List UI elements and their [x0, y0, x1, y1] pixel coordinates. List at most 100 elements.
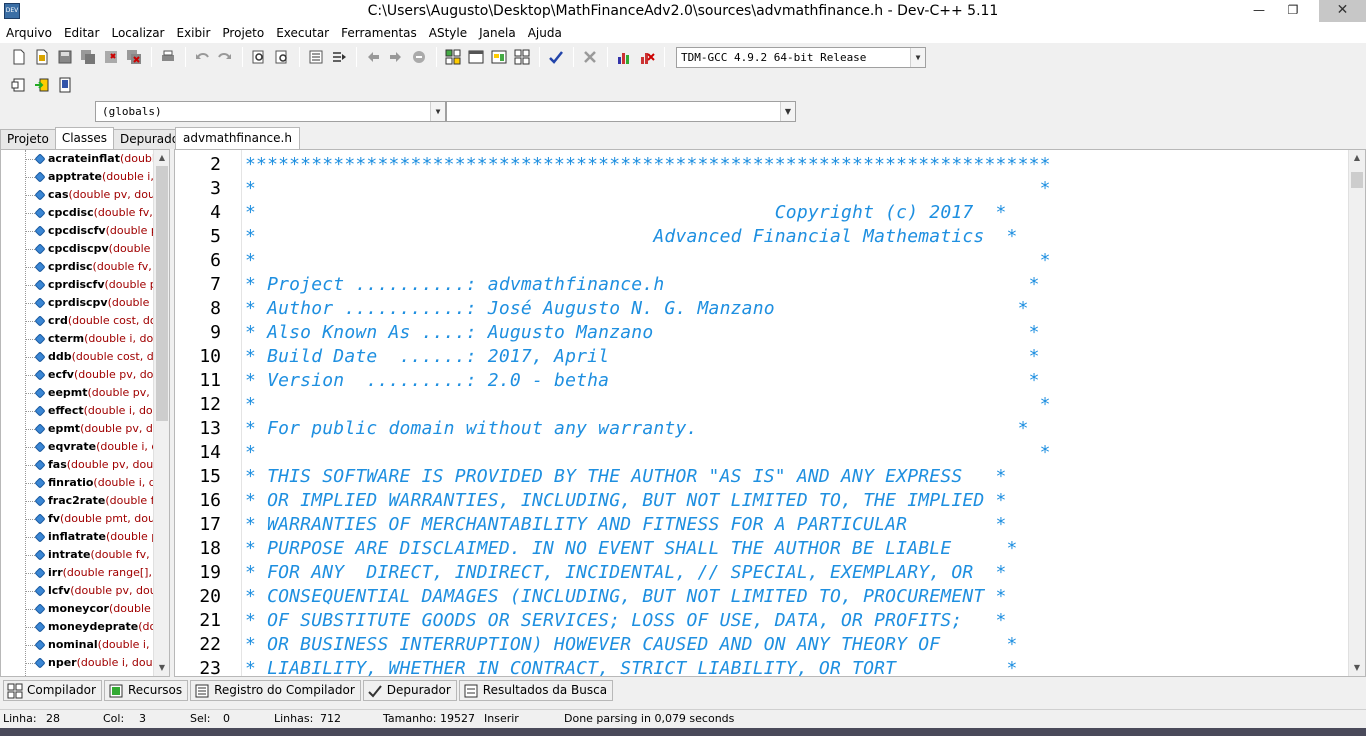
- scope-select[interactable]: (globals) ▼: [95, 101, 446, 122]
- class-browser-button[interactable]: [54, 74, 76, 96]
- back-button[interactable]: [362, 46, 384, 68]
- print-button[interactable]: [157, 46, 179, 68]
- code-line[interactable]: * Build Date ......: 2017, April *: [245, 346, 1040, 367]
- indent-button[interactable]: [305, 46, 327, 68]
- code-line[interactable]: * Also Known As ....: Augusto Manzano *: [245, 322, 1040, 343]
- tab-advmathfinance-h[interactable]: advmathfinance.h: [175, 127, 300, 149]
- scrollbar-thumb[interactable]: [156, 166, 168, 421]
- replace-button[interactable]: [271, 46, 293, 68]
- goto-line-button[interactable]: [328, 46, 350, 68]
- list-item[interactable]: effect(double i, dou: [1, 402, 153, 420]
- menu-janela[interactable]: Janela: [473, 23, 522, 43]
- menu-astyle[interactable]: AStyle: [423, 23, 473, 43]
- undo-button[interactable]: [191, 46, 213, 68]
- menu-editar[interactable]: Editar: [58, 23, 106, 43]
- code-line[interactable]: * WARRANTIES OF MERCHANTABILITY AND FITN…: [245, 514, 1007, 535]
- code-line[interactable]: * PURPOSE ARE DISCLAIMED. IN NO EVENT SH…: [245, 538, 1018, 559]
- tab-compilador[interactable]: Compilador: [3, 680, 102, 701]
- code-line[interactable]: * Advanced Financial Mathematics *: [245, 226, 1018, 247]
- list-item[interactable]: moneydeprate(dou: [1, 618, 153, 636]
- menu-projeto[interactable]: Projeto: [216, 23, 270, 43]
- stop-button[interactable]: [579, 46, 601, 68]
- tab-classes[interactable]: Classes: [54, 127, 115, 149]
- editor-scrollbar[interactable]: ▲ ▼: [1348, 150, 1365, 676]
- profile-button[interactable]: [613, 46, 635, 68]
- tab-depurador-output[interactable]: Depurador: [362, 680, 457, 701]
- tab-registro-compilador[interactable]: Registro do Compilador: [190, 680, 361, 701]
- tab-projeto[interactable]: Projeto: [0, 129, 56, 149]
- tab-recursos[interactable]: Recursos: [103, 680, 189, 701]
- insert-button[interactable]: [8, 74, 30, 96]
- save-button[interactable]: [54, 46, 76, 68]
- open-file-button[interactable]: [31, 46, 53, 68]
- toggle-comment-button[interactable]: [31, 74, 53, 96]
- list-item[interactable]: acrateinflat(double: [1, 150, 153, 168]
- toggle-bookmark-button[interactable]: [408, 46, 430, 68]
- scroll-down-icon[interactable]: ▼: [154, 660, 169, 676]
- forward-button[interactable]: [385, 46, 407, 68]
- code-editor[interactable]: 2 3 4 5 6 7 8 9 10 11 12 13 14 15 16 17 18 19 20 21 22 23 ***…: [174, 149, 1366, 677]
- list-item[interactable]: intrate(double fv, de: [1, 546, 153, 564]
- chevron-down-icon[interactable]: ▼: [780, 102, 795, 121]
- list-item[interactable]: cterm(double i, doul: [1, 330, 153, 348]
- scroll-down-icon[interactable]: ▼: [1349, 660, 1365, 676]
- code-line[interactable]: * FOR ANY DIRECT, INDIRECT, INCIDENTAL, …: [245, 562, 1007, 583]
- class-scrollbar[interactable]: ▲ ▼: [153, 150, 169, 676]
- code-area[interactable]: ****************************************…: [245, 150, 1345, 676]
- code-line[interactable]: * LIABILITY, WHETHER IN CONTRACT, STRICT…: [245, 658, 1018, 676]
- tab-resultados-busca[interactable]: Resultados da Busca: [458, 680, 614, 701]
- code-line[interactable]: * THIS SOFTWARE IS PROVIDED BY THE AUTHO…: [245, 466, 1007, 487]
- list-item[interactable]: finratio(double i, do: [1, 474, 153, 492]
- list-item[interactable]: fas(double pv, doubl: [1, 456, 153, 474]
- list-item[interactable]: cas(double pv, doubl: [1, 186, 153, 204]
- close-file-button[interactable]: [100, 46, 122, 68]
- code-line[interactable]: * OR BUSINESS INTERRUPTION) HOWEVER CAUS…: [245, 634, 1018, 655]
- list-item[interactable]: eepmt(double pv, d: [1, 384, 153, 402]
- code-line[interactable]: * CONSEQUENTIAL DAMAGES (INCLUDING, BUT …: [245, 586, 1007, 607]
- restore-button[interactable]: ❐: [1278, 0, 1308, 22]
- code-line[interactable]: * *: [245, 178, 1051, 199]
- list-item[interactable]: nominal(double i, de: [1, 636, 153, 654]
- code-line[interactable]: * Copyright (c) 2017 *: [245, 202, 1007, 223]
- code-line[interactable]: * For public domain without any warranty…: [245, 418, 1029, 439]
- window-layout-button[interactable]: [465, 46, 487, 68]
- close-button[interactable]: ✕: [1319, 0, 1366, 22]
- member-select[interactable]: ▼: [446, 101, 796, 122]
- code-line[interactable]: * *: [245, 250, 1051, 271]
- list-item[interactable]: cprdiscfv(double pv: [1, 276, 153, 294]
- menu-ajuda[interactable]: Ajuda: [522, 23, 568, 43]
- code-line[interactable]: * Version .........: 2.0 - betha *: [245, 370, 1040, 391]
- redo-button[interactable]: [214, 46, 236, 68]
- list-item[interactable]: epmt(double pv, dou: [1, 420, 153, 438]
- close-all-button[interactable]: [123, 46, 145, 68]
- menu-arquivo[interactable]: Arquivo: [0, 23, 58, 43]
- new-file-button[interactable]: [8, 46, 30, 68]
- tile-windows-button[interactable]: [511, 46, 533, 68]
- code-line[interactable]: * Author ...........: José Augusto N. G.…: [245, 298, 1029, 319]
- list-item[interactable]: inflatrate(double pr: [1, 528, 153, 546]
- code-line[interactable]: * *: [245, 442, 1051, 463]
- chevron-down-icon[interactable]: ▼: [430, 102, 445, 121]
- scrollbar-thumb[interactable]: [1351, 172, 1363, 188]
- list-item[interactable]: apptrate(double i, d: [1, 168, 153, 186]
- chevron-down-icon[interactable]: ▼: [910, 47, 925, 67]
- list-item[interactable]: ecfv(double pv, dou: [1, 366, 153, 384]
- save-all-button[interactable]: [77, 46, 99, 68]
- scroll-up-icon[interactable]: ▲: [154, 150, 169, 166]
- list-item[interactable]: nper(double i, double: [1, 654, 153, 672]
- code-line[interactable]: * Project ..........: advmathfinance.h *: [245, 274, 1040, 295]
- list-item[interactable]: cprdisc(double fv, d: [1, 258, 153, 276]
- layout-panel-button[interactable]: [442, 46, 464, 68]
- code-line[interactable]: * OR IMPLIED WARRANTIES, INCLUDING, BUT …: [245, 490, 1007, 511]
- check-syntax-button[interactable]: [545, 46, 567, 68]
- menu-exibir[interactable]: Exibir: [171, 23, 217, 43]
- list-item[interactable]: frac2rate(double fra: [1, 492, 153, 510]
- list-item[interactable]: cpcdisc(double fv, d: [1, 204, 153, 222]
- minimize-button[interactable]: —: [1244, 0, 1274, 22]
- list-item[interactable]: crd(double cost, dou: [1, 312, 153, 330]
- project-options-button[interactable]: [488, 46, 510, 68]
- find-button[interactable]: [248, 46, 270, 68]
- compiler-select[interactable]: TDM-GCC 4.9.2 64-bit Release ▼: [676, 46, 926, 68]
- menu-localizar[interactable]: Localizar: [105, 23, 170, 43]
- list-item[interactable]: cpcdiscfv(double pv: [1, 222, 153, 240]
